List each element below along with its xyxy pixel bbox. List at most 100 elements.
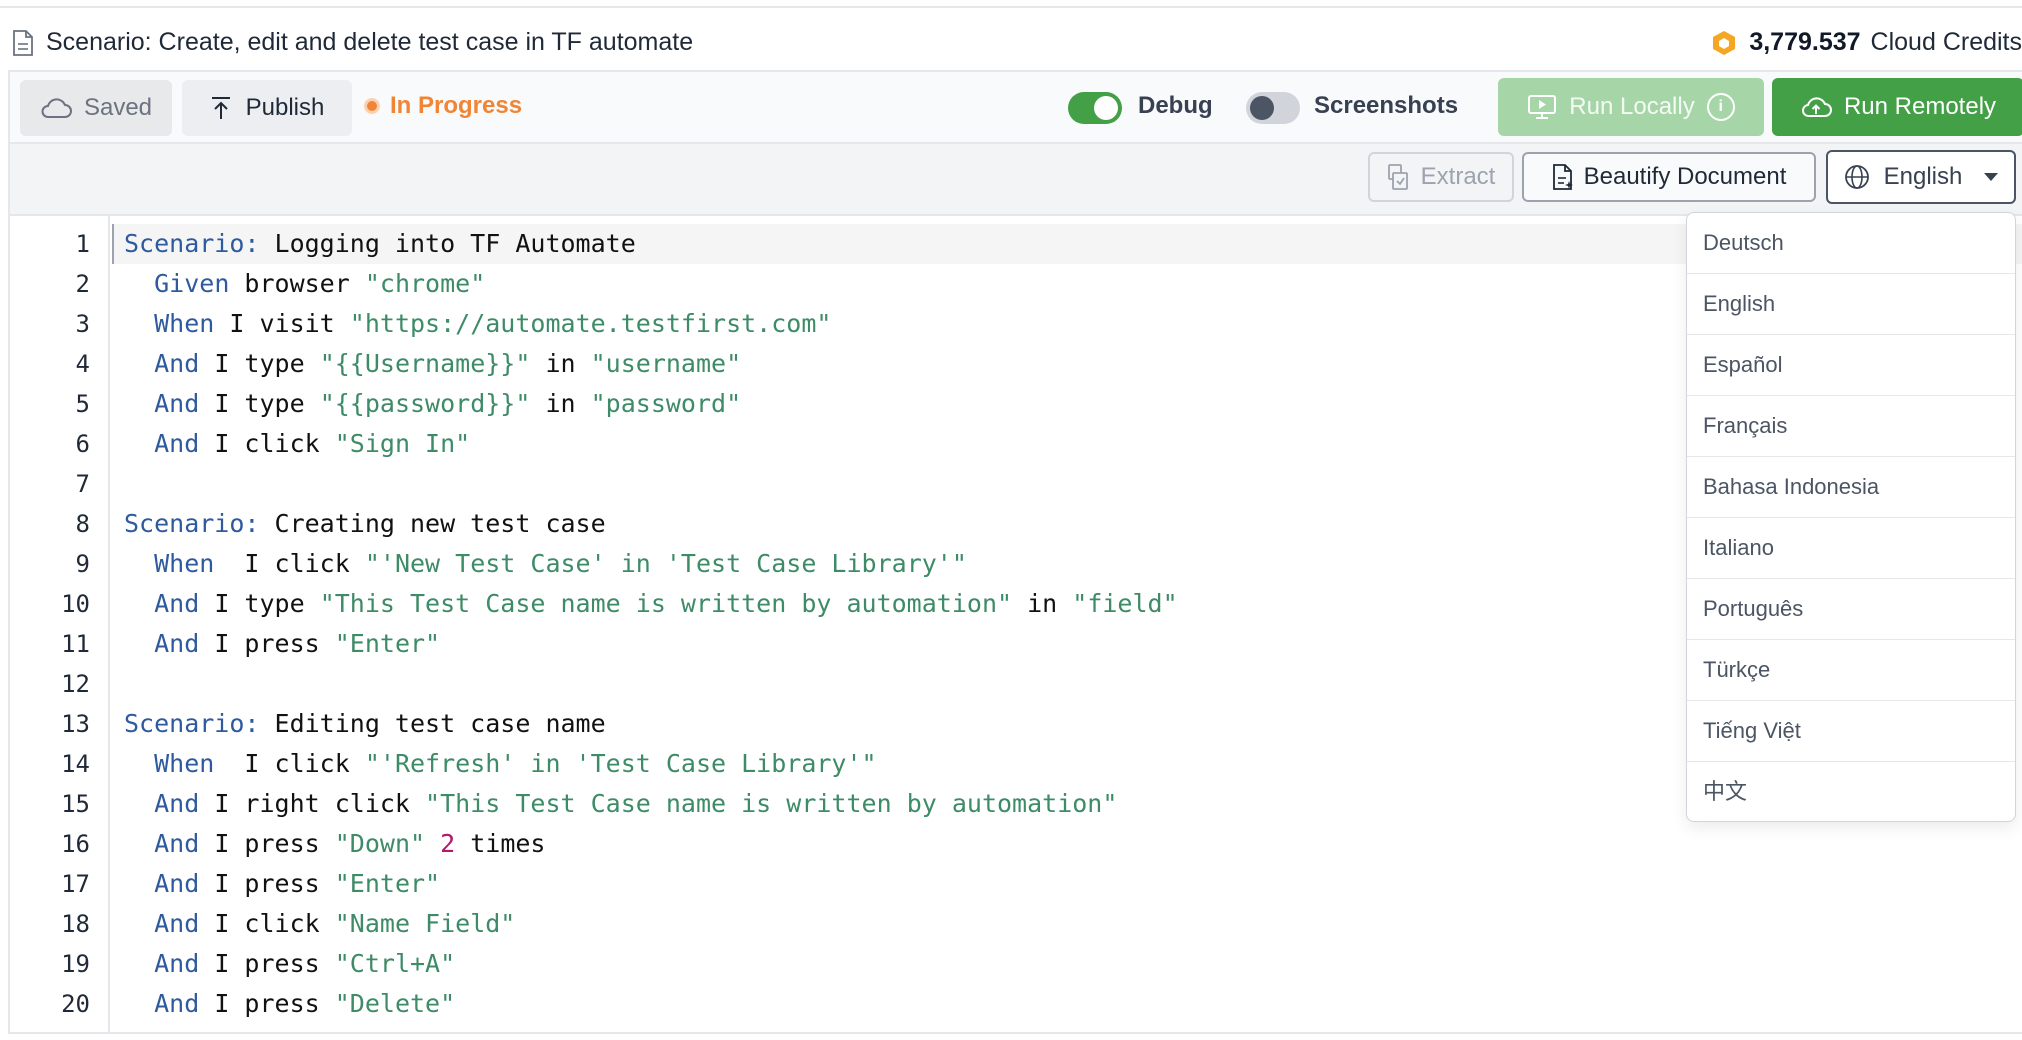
code-token: in xyxy=(530,349,591,378)
line-number: 1 xyxy=(75,230,90,258)
code-token: "https://automate.testfirst.com" xyxy=(349,309,832,338)
code-token: I press xyxy=(199,829,335,858)
cloud-icon xyxy=(40,97,72,119)
line-number: 13 xyxy=(61,710,90,738)
language-option[interactable]: Español xyxy=(1687,335,2015,396)
language-select[interactable]: English xyxy=(1826,150,2016,204)
line-number-gutter: 1 2 3 4 5 6 7 8 9 10 11 12 13 14 15 16 17 18 19 20 xyxy=(10,216,110,1032)
credits-coin-icon xyxy=(1711,30,1737,56)
line-number: 5 xyxy=(75,390,90,418)
language-option[interactable]: Deutsch xyxy=(1687,213,2015,274)
code-token: And xyxy=(154,349,200,378)
language-option[interactable]: Tiếng Việt xyxy=(1687,701,2015,762)
code-line[interactable]: And I press "Ctrl+A" xyxy=(112,944,2022,984)
line-number: 19 xyxy=(61,950,90,978)
beautify-document-button[interactable]: Beautify Document xyxy=(1522,152,1816,202)
line-number: 6 xyxy=(75,430,90,458)
code-token: "This Test Case name is written by autom… xyxy=(319,589,1013,618)
debug-toggle-knob xyxy=(1094,96,1118,120)
line-number: 20 xyxy=(61,990,90,1018)
code-token: "Enter" xyxy=(334,869,441,898)
line-number: 16 xyxy=(61,830,90,858)
chevron-down-icon xyxy=(1984,173,1999,181)
code-token: "Delete" xyxy=(334,989,456,1018)
code-token: "Down" xyxy=(334,829,426,858)
code-token: And xyxy=(154,629,200,658)
extract-icon xyxy=(1387,163,1411,191)
code-line[interactable]: And I press "Delete" xyxy=(112,984,2022,1024)
run-locally-button[interactable]: Run Locally i xyxy=(1498,78,1764,136)
code-token: "{{Username}}" xyxy=(319,349,531,378)
language-option[interactable]: Türkçe xyxy=(1687,640,2015,701)
code-token: And xyxy=(154,589,200,618)
editor-toolbar: Extract Beautify Document English xyxy=(8,144,2022,216)
screenshots-toggle[interactable] xyxy=(1246,92,1300,124)
code-token: in xyxy=(530,389,591,418)
code-token: When xyxy=(154,309,215,338)
code-token: 2 xyxy=(440,829,456,858)
line-number: 9 xyxy=(75,550,90,578)
credits-label: Cloud Credits xyxy=(1870,28,2022,56)
line-number: 2 xyxy=(75,270,90,298)
status-badge: In Progress xyxy=(364,92,522,120)
beautify-label: Beautify Document xyxy=(1583,163,1787,190)
code-token: I press xyxy=(199,869,335,898)
info-icon[interactable]: i xyxy=(1706,93,1735,121)
globe-icon xyxy=(1844,164,1870,190)
code-line[interactable]: And I press "Down" 2 times xyxy=(112,824,2022,864)
top-divider xyxy=(0,0,2022,8)
line-number: 10 xyxy=(61,590,90,618)
language-option[interactable]: English xyxy=(1687,274,2015,335)
language-option[interactable]: Bahasa Indonesia xyxy=(1687,457,2015,518)
code-token: And xyxy=(154,909,200,938)
code-line[interactable]: And I click "Name Field" xyxy=(112,904,2022,944)
extract-label: Extract xyxy=(1420,163,1496,190)
code-token: "field" xyxy=(1072,589,1178,618)
code-token: I click xyxy=(214,549,365,578)
code-token: "Enter" xyxy=(334,629,441,658)
code-token: in xyxy=(1012,589,1073,618)
language-option[interactable]: Português xyxy=(1687,579,2015,640)
debug-toggle[interactable] xyxy=(1068,92,1122,124)
title-bar: Scenario: Create, edit and delete test c… xyxy=(0,8,2022,70)
upload-icon xyxy=(210,96,232,120)
code-token: times xyxy=(455,829,546,858)
extract-button[interactable]: Extract xyxy=(1368,152,1514,202)
code-token: "{{password}}" xyxy=(319,389,531,418)
code-token: And xyxy=(154,989,200,1018)
language-option[interactable]: Italiano xyxy=(1687,518,2015,579)
code-token: Creating new test case xyxy=(259,509,606,538)
line-number: 7 xyxy=(75,470,90,498)
main-toolbar: Saved Publish In Progress Debug Screensh… xyxy=(8,70,2022,144)
code-token: "Sign In" xyxy=(334,429,471,458)
run-remotely-label: Run Remotely xyxy=(1843,93,1997,120)
cloud-credits: 3,779.537 Cloud Credits xyxy=(1711,28,2022,57)
code-token: I type xyxy=(199,589,320,618)
code-token: Logging into TF Automate xyxy=(259,229,636,258)
code-token: Scenario: xyxy=(124,229,260,258)
status-label: In Progress xyxy=(390,92,523,119)
language-option[interactable]: Français xyxy=(1687,396,2015,457)
line-number: 4 xyxy=(75,350,90,378)
publish-label: Publish xyxy=(245,94,325,121)
publish-button[interactable]: Publish xyxy=(182,80,352,136)
run-remotely-button[interactable]: Run Remotely xyxy=(1772,78,2022,136)
code-line[interactable]: And I press "Enter" xyxy=(112,864,2022,904)
code-token: Given xyxy=(154,269,230,298)
code-token: When xyxy=(154,549,215,578)
status-dot-icon xyxy=(364,98,380,114)
language-option[interactable]: 中文 xyxy=(1687,762,2015,821)
saved-button[interactable]: Saved xyxy=(20,80,172,136)
code-token: I type xyxy=(199,389,320,418)
line-number: 3 xyxy=(75,310,90,338)
code-token: Editing test case name xyxy=(259,709,606,738)
